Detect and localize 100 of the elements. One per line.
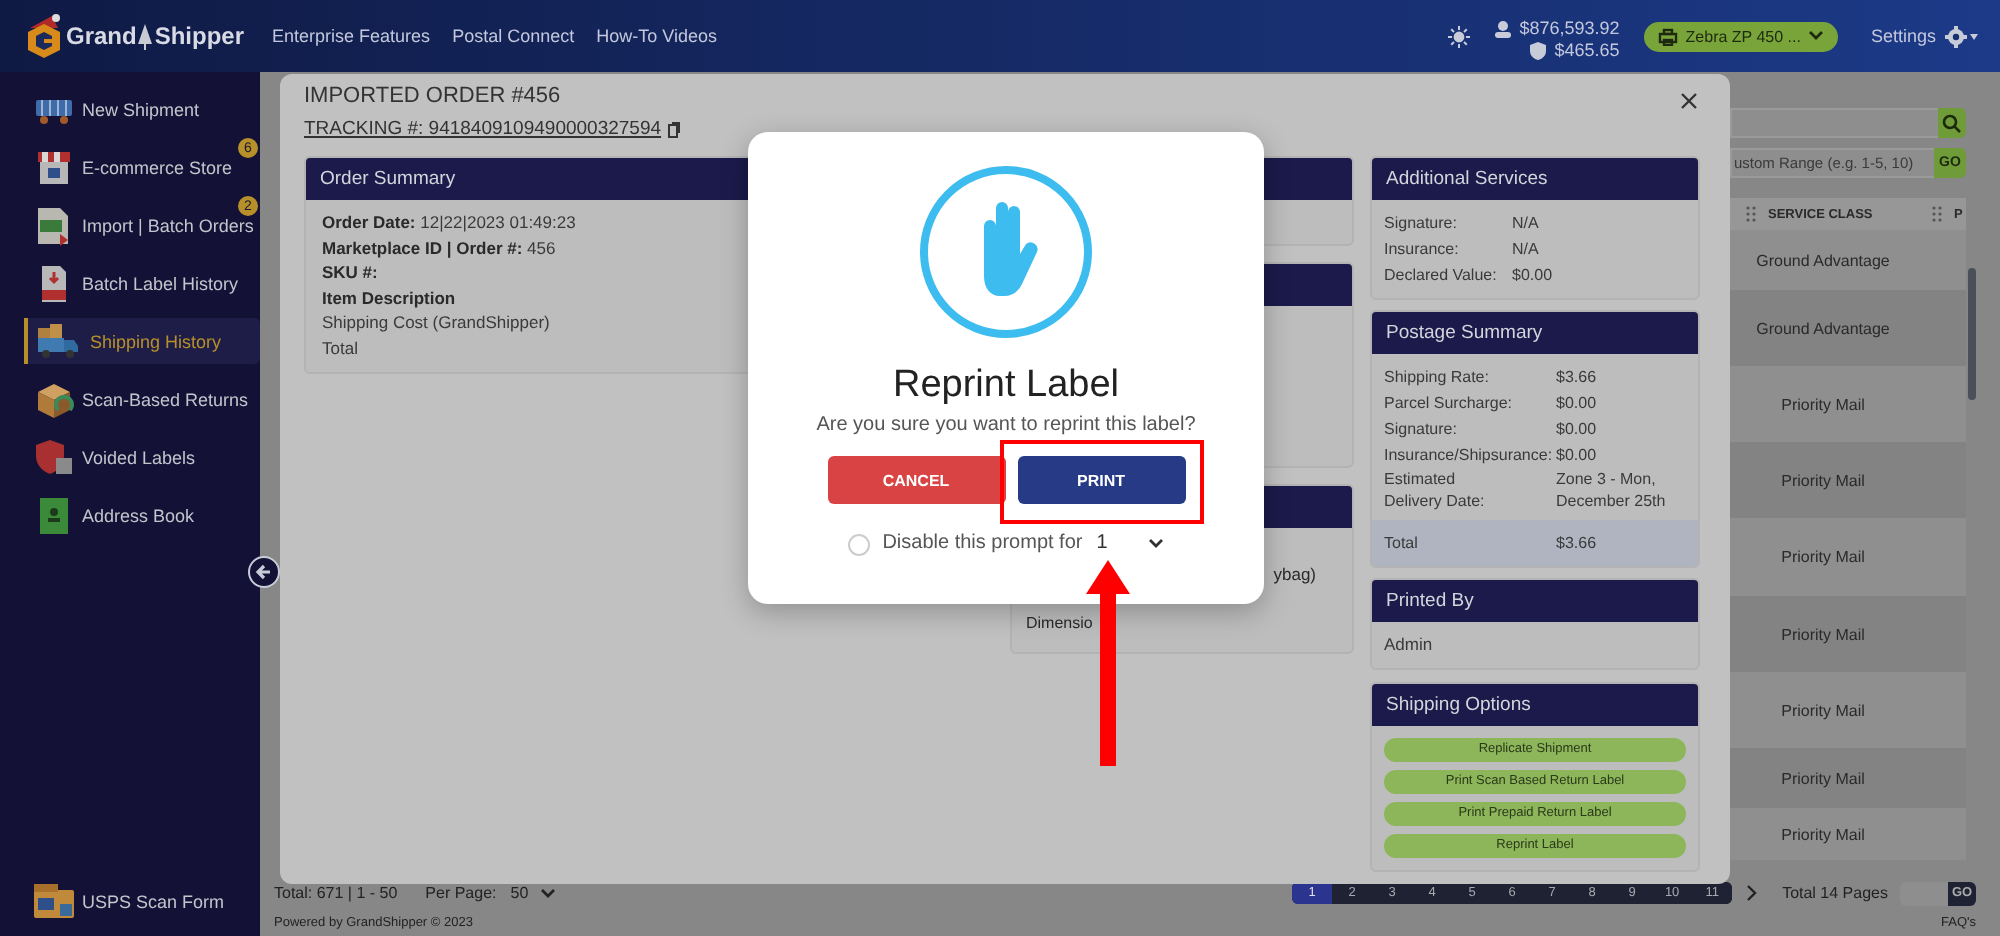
scrollbar[interactable] bbox=[1968, 268, 1976, 400]
pdf-file-icon bbox=[39, 263, 67, 303]
card-header: Shipping Options bbox=[1372, 683, 1698, 725]
field-label: Signature: bbox=[1384, 212, 1459, 236]
checkbox[interactable] bbox=[848, 533, 871, 555]
sidebar-item[interactable]: Address Book bbox=[24, 486, 260, 544]
logo-text: Shipper bbox=[154, 22, 245, 50]
nav-link[interactable]: Postal Connect bbox=[452, 26, 575, 46]
shield-icon bbox=[1530, 42, 1547, 60]
settings-menu[interactable]: Settings bbox=[1870, 25, 1980, 47]
field-value: Zone 3 - Mon, December 25th bbox=[1556, 468, 1668, 512]
nav-link[interactable]: Enterprise Features bbox=[272, 26, 431, 46]
collapse-button[interactable] bbox=[248, 556, 280, 588]
table-cell: Priority Mail bbox=[1730, 808, 1916, 860]
field-value: 456 bbox=[527, 237, 556, 257]
shield-icon bbox=[33, 439, 73, 475]
table-cell: Ground Advantage bbox=[1730, 230, 1916, 290]
copy-icon[interactable] bbox=[667, 122, 680, 138]
tracking-link[interactable]: TRACKING #: 9418409109490000327594 bbox=[304, 118, 662, 142]
sidebar-item[interactable]: USPS Scan Form bbox=[24, 872, 260, 930]
table-cell: Priority Mail bbox=[1730, 442, 1916, 518]
field-value: $0.00 bbox=[1556, 392, 1599, 416]
card-header: Additional Services bbox=[1372, 158, 1698, 200]
logo-icon bbox=[24, 14, 64, 58]
cancel-button[interactable]: CANCEL bbox=[827, 456, 1005, 504]
table-cell: Priority Mail bbox=[1730, 748, 1916, 808]
gear-icon bbox=[1944, 25, 1980, 47]
printer-icon bbox=[1657, 27, 1678, 45]
table-cell: Ground Advantage bbox=[1730, 290, 1916, 366]
field-label: Shipping Rate: bbox=[1384, 366, 1491, 390]
arrow-left-icon bbox=[254, 562, 274, 582]
chevron-icon[interactable] bbox=[1147, 538, 1164, 550]
field-label: Signature: bbox=[1384, 418, 1459, 442]
field-value: $0.00 bbox=[1556, 444, 1599, 468]
card-header: Postage Summary bbox=[1372, 312, 1698, 354]
field-label: Insurance: bbox=[1384, 238, 1461, 262]
address-book-icon bbox=[39, 497, 67, 533]
truck-icon bbox=[35, 323, 79, 359]
field-label: Item Description bbox=[322, 287, 456, 307]
chevron-icon bbox=[540, 887, 557, 899]
user-icon bbox=[1493, 20, 1512, 38]
grip-icon[interactable] bbox=[1746, 206, 1756, 222]
modal-title: IMPORTED ORDER #456 bbox=[304, 84, 561, 110]
field-text: ybag) bbox=[1273, 562, 1316, 586]
search-icon bbox=[1941, 113, 1962, 133]
field-value: Admin bbox=[1384, 632, 1435, 657]
close-icon bbox=[1680, 92, 1698, 110]
table-cell: Priority Mail bbox=[1730, 366, 1916, 442]
results-summary: Total: 671 | 1 - 50 bbox=[274, 884, 398, 902]
checkbox-label: Disable this prompt for bbox=[882, 530, 1083, 558]
field-value: N/A bbox=[1512, 212, 1541, 236]
box-icon bbox=[33, 381, 73, 417]
field-value: 12|22|2023 01:49:23 bbox=[420, 212, 576, 232]
table-cell: Priority Mail bbox=[1730, 596, 1916, 672]
sidebar-item[interactable]: Shipping History bbox=[24, 318, 260, 364]
store-icon bbox=[35, 149, 71, 185]
field-value: $0.00 bbox=[1512, 264, 1555, 288]
field-label: Parcel Surcharge: bbox=[1384, 392, 1515, 416]
field-value: N/A bbox=[1512, 238, 1541, 262]
logo-text: Grand bbox=[66, 22, 137, 50]
stop-hand-icon bbox=[918, 164, 1094, 340]
sidebar-item[interactable]: Scan-Based Returns bbox=[24, 370, 260, 428]
sidebar-item[interactable]: Batch Label History bbox=[24, 254, 260, 312]
total-label: Total bbox=[1384, 534, 1420, 552]
dialog-message: Are you sure you want to reprint this label? bbox=[816, 412, 1196, 440]
scan-form-icon bbox=[31, 883, 75, 919]
grip-icon[interactable] bbox=[1932, 206, 1942, 222]
tree-icon bbox=[138, 23, 153, 49]
table-cell: Priority Mail bbox=[1730, 518, 1916, 596]
search-field[interactable] bbox=[1730, 108, 1938, 138]
field-label: Order Date: bbox=[322, 212, 416, 232]
next-page-icon[interactable] bbox=[1746, 884, 1759, 902]
page-input[interactable] bbox=[1900, 881, 1948, 905]
sidebar-item[interactable]: New Shipment bbox=[24, 80, 260, 138]
print-button[interactable]: PRINT bbox=[1017, 456, 1185, 504]
chevron-icon bbox=[1808, 30, 1825, 42]
field-label: Shipping Cost (GrandShipper) bbox=[322, 312, 550, 332]
field-label: Marketplace ID | Order #: bbox=[322, 237, 523, 257]
field-value: $3.66 bbox=[1556, 366, 1599, 390]
nav-link[interactable]: How-To Videos bbox=[596, 26, 717, 46]
field-label: Estimated Delivery Date: bbox=[1384, 468, 1487, 512]
close-button[interactable] bbox=[1676, 88, 1702, 114]
per-page-select[interactable]: 50 bbox=[510, 884, 557, 902]
field-label: Declared Value: bbox=[1384, 264, 1499, 288]
field-value: $0.00 bbox=[1556, 418, 1599, 442]
duration-select[interactable]: 1 bbox=[1096, 530, 1108, 558]
balance-amount: $876,593.92 bbox=[1519, 18, 1620, 40]
total-value: $3.66 bbox=[1556, 534, 1599, 552]
field-label: Insurance/Shipsurance: bbox=[1384, 444, 1555, 468]
card-header: Printed By bbox=[1372, 580, 1698, 622]
balance-amount: $465.65 bbox=[1554, 40, 1620, 62]
sun-icon[interactable] bbox=[1447, 25, 1470, 47]
per-page-label: Per Page: bbox=[425, 884, 497, 902]
total-pages: Total 14 Pages bbox=[1782, 884, 1888, 902]
sidebar-item[interactable]: Voided Labels bbox=[24, 428, 260, 486]
field-label: SKU #: bbox=[322, 262, 378, 282]
dialog-title: Reprint Label bbox=[892, 362, 1120, 410]
search-button[interactable] bbox=[1937, 108, 1966, 138]
table-cell: Priority Mail bbox=[1730, 672, 1916, 748]
printer-select[interactable]: Zebra ZP 450 ... bbox=[1643, 21, 1839, 51]
